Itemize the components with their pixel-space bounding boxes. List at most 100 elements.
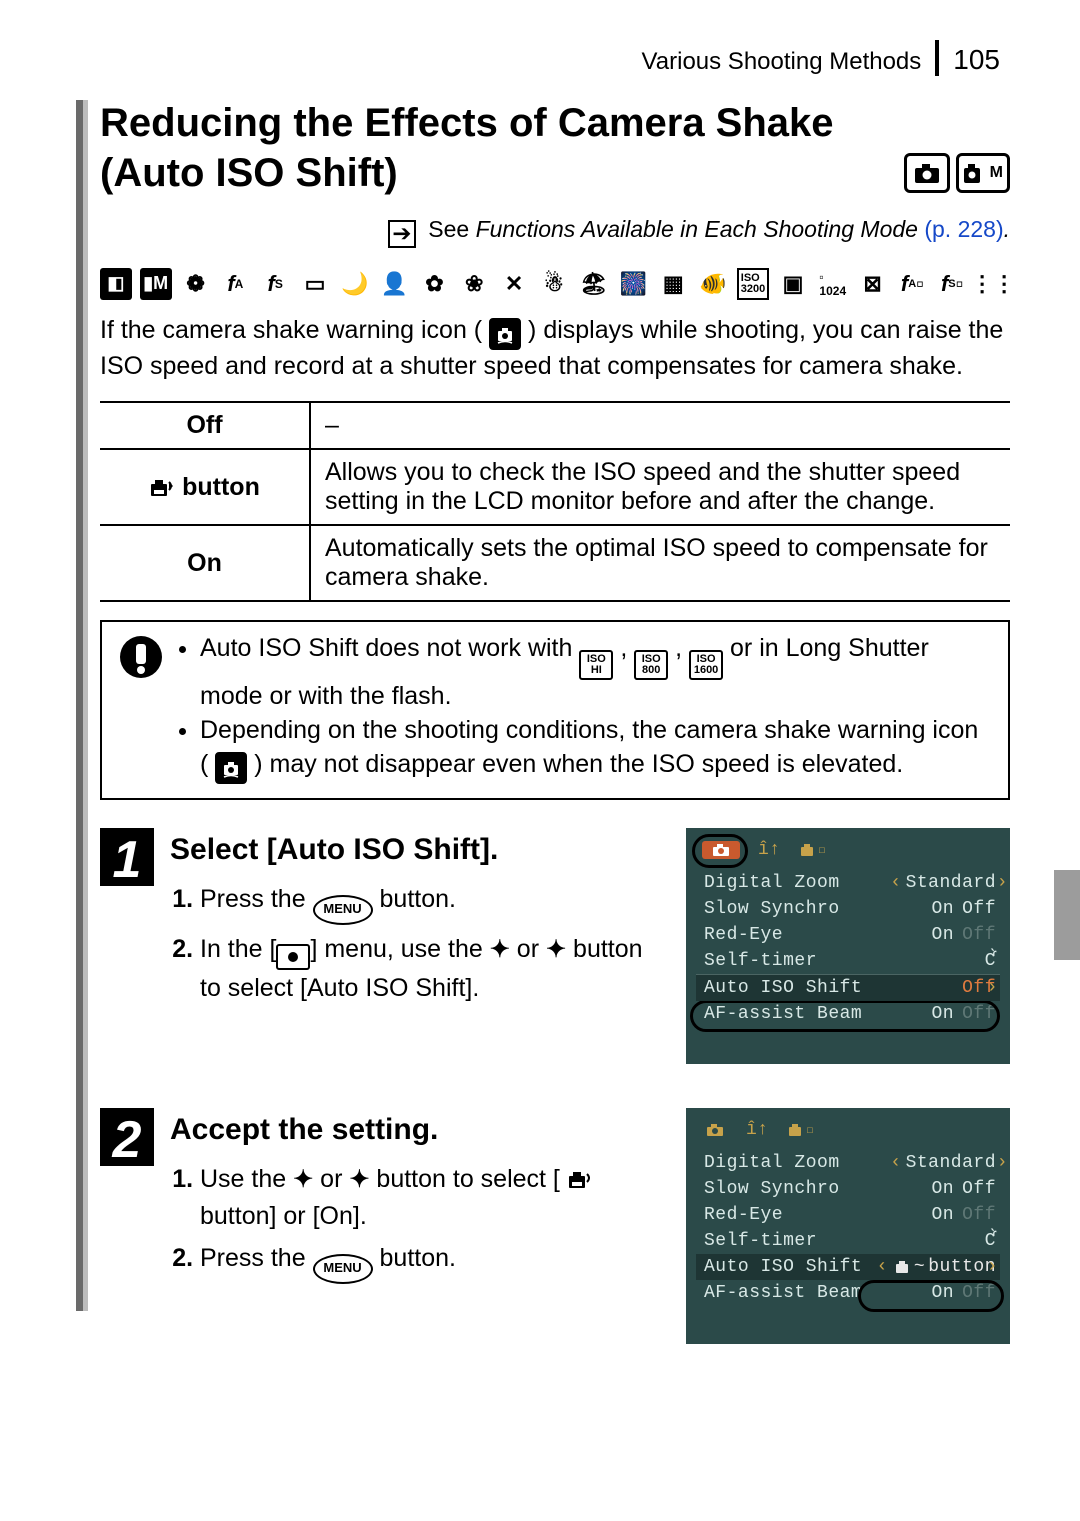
- substep-text: button.: [380, 1244, 456, 1272]
- lcd-label: Auto ISO Shift: [704, 1257, 862, 1277]
- option-val-button: Allows you to check the ISO speed and th…: [310, 449, 1010, 525]
- option-val-off: –: [310, 402, 1010, 449]
- callout-circle-value: [858, 1280, 1004, 1312]
- mode-icon: ✕: [498, 268, 530, 300]
- reference-page: (p. 228): [924, 216, 1003, 242]
- mode-icon: ▦: [657, 268, 689, 300]
- camera-shake-warning-icon: [489, 318, 521, 350]
- section-name: Various Shooting Methods: [642, 48, 922, 76]
- mode-icon: ✿: [419, 268, 451, 300]
- lcd-label: Red-Eye: [704, 1205, 783, 1225]
- note-text: ,: [620, 634, 634, 662]
- lcd-label: Self-timer: [704, 951, 817, 971]
- reference-arrow-icon: ➔: [388, 220, 416, 248]
- lcd-label: Self-timer: [704, 1231, 817, 1251]
- substep-text: In the [: [200, 935, 276, 963]
- reference-text: Functions Available in Each Shooting Mod…: [476, 216, 918, 242]
- lcd-off: Off: [962, 1205, 996, 1225]
- substep-text: Press the: [200, 1244, 313, 1272]
- lcd-on: On: [931, 1205, 954, 1225]
- option-val-on: Automatically sets the optimal ISO speed…: [310, 525, 1010, 601]
- mode-icon: ⊠: [857, 268, 889, 300]
- table-row: On Automatically sets the optimal ISO sp…: [100, 525, 1010, 601]
- page-number: 105: [953, 44, 1000, 76]
- substep-text: button.: [380, 885, 456, 913]
- lcd-label: AF-assist Beam: [704, 1283, 862, 1303]
- menu-button-icon: MENU: [313, 1254, 373, 1284]
- lcd-screenshot-2: î↑ ☐ Digital Zoom‹Standard› Slow Synchro…: [686, 1108, 1010, 1344]
- mode-icon: ❁: [180, 268, 212, 300]
- option-key-on: On: [100, 525, 310, 601]
- lcd-on: On: [931, 1179, 954, 1199]
- see-label: See: [428, 216, 469, 242]
- lcd-tab-tools-icon: î↑: [758, 840, 781, 860]
- page-title: Reducing the Effects of Camera Shake (Au…: [70, 98, 1010, 198]
- mode-icon: ☃: [538, 268, 570, 300]
- up-arrow-icon: ✦: [490, 936, 510, 963]
- left-arrow-icon: ✦: [293, 1166, 313, 1193]
- mode-icon: ISO3200: [737, 268, 769, 300]
- table-row: Off –: [100, 402, 1010, 449]
- note-text: Auto ISO Shift does not work with: [200, 634, 579, 662]
- mode-icon: fS: [259, 268, 291, 300]
- title-line-2: (Auto ISO Shift): [100, 148, 398, 198]
- table-row: button Allows you to check the ISO speed…: [100, 449, 1010, 525]
- lcd-tab-rec-icon: [702, 1121, 728, 1139]
- lcd-label: Digital Zoom: [704, 1153, 840, 1173]
- options-table: Off – button Allows you to check the ISO…: [100, 401, 1010, 602]
- mode-icon: ▣: [777, 268, 809, 300]
- mode-icon: ◧: [100, 268, 132, 300]
- mode-icon: 🏖: [578, 268, 610, 300]
- lcd-tab-print-icon: ☐: [799, 843, 826, 857]
- lcd-off: Off: [962, 1179, 996, 1199]
- see-reference: ➔ See Functions Available in Each Shooti…: [70, 216, 1010, 248]
- lcd-off: Off: [962, 925, 996, 945]
- mode-icon: 🐠: [697, 268, 729, 300]
- lcd-value: Standard: [906, 873, 996, 893]
- mode-icon: 🎆: [618, 268, 650, 300]
- mode-badges: M: [904, 153, 1010, 193]
- mode-icon: ▮M: [140, 268, 172, 300]
- intro-text-a: If the camera shake warning icon (: [100, 316, 482, 344]
- substep-text: button] or [On].: [200, 1202, 367, 1230]
- option-key-button-text: button: [175, 473, 260, 501]
- lcd-label: Auto ISO Shift: [704, 978, 862, 998]
- intro-paragraph: If the camera shake warning icon ( ) dis…: [70, 314, 1010, 384]
- right-arrow-icon: ✦: [349, 1166, 369, 1193]
- note-item: Depending on the shooting conditions, th…: [200, 714, 992, 784]
- substep: Use the ✦ or ✦ button to select [ button…: [200, 1161, 666, 1234]
- iso-800-icon: ISO800: [634, 650, 668, 680]
- lcd-tab-print-icon: ☐: [787, 1123, 814, 1137]
- steps-list: 1 Select [Auto ISO Shift]. Press the MEN…: [100, 828, 1010, 1344]
- page-edge-decoration: [76, 100, 88, 1311]
- lcd-on: On: [931, 899, 954, 919]
- iso-1600-icon: ISO1600: [689, 650, 723, 680]
- menu-button-icon: MENU: [313, 895, 373, 925]
- warning-icon: [116, 632, 166, 682]
- lcd-on: On: [931, 925, 954, 945]
- step-number: 2: [100, 1108, 154, 1166]
- lcd-label: Red-Eye: [704, 925, 783, 945]
- print-share-icon: [149, 478, 175, 498]
- camera-mode-icon: [904, 153, 950, 193]
- lcd-timer-icon: Ƈ̀: [985, 1231, 996, 1251]
- header-divider: [935, 40, 939, 76]
- running-header: Various Shooting Methods 105: [70, 40, 1010, 76]
- rec-menu-icon: [276, 944, 310, 970]
- mode-icon: ▫1024: [817, 268, 849, 300]
- step-title: Select [Auto ISO Shift].: [170, 828, 666, 872]
- side-thumb-tab: [1054, 870, 1080, 960]
- mode-icon: fA: [219, 268, 251, 300]
- step-2: 2 Accept the setting. Use the ✦ or ✦ but…: [100, 1108, 1010, 1344]
- iso-hi-icon: ISOHI: [579, 650, 613, 680]
- note-text: ) may not disappear even when the ISO sp…: [254, 750, 903, 778]
- note-text: ,: [675, 634, 689, 662]
- step-1: 1 Select [Auto ISO Shift]. Press the MEN…: [100, 828, 1010, 1064]
- note-item: Auto ISO Shift does not work with ISOHI …: [200, 632, 992, 714]
- substep-text: button to select [: [376, 1165, 559, 1193]
- lcd-tab-tools-icon: î↑: [746, 1120, 769, 1140]
- lcd-label: Digital Zoom: [704, 873, 840, 893]
- substep: Press the MENU button.: [200, 1240, 666, 1283]
- mode-icon: ❀: [458, 268, 490, 300]
- lcd-off: Off: [962, 899, 996, 919]
